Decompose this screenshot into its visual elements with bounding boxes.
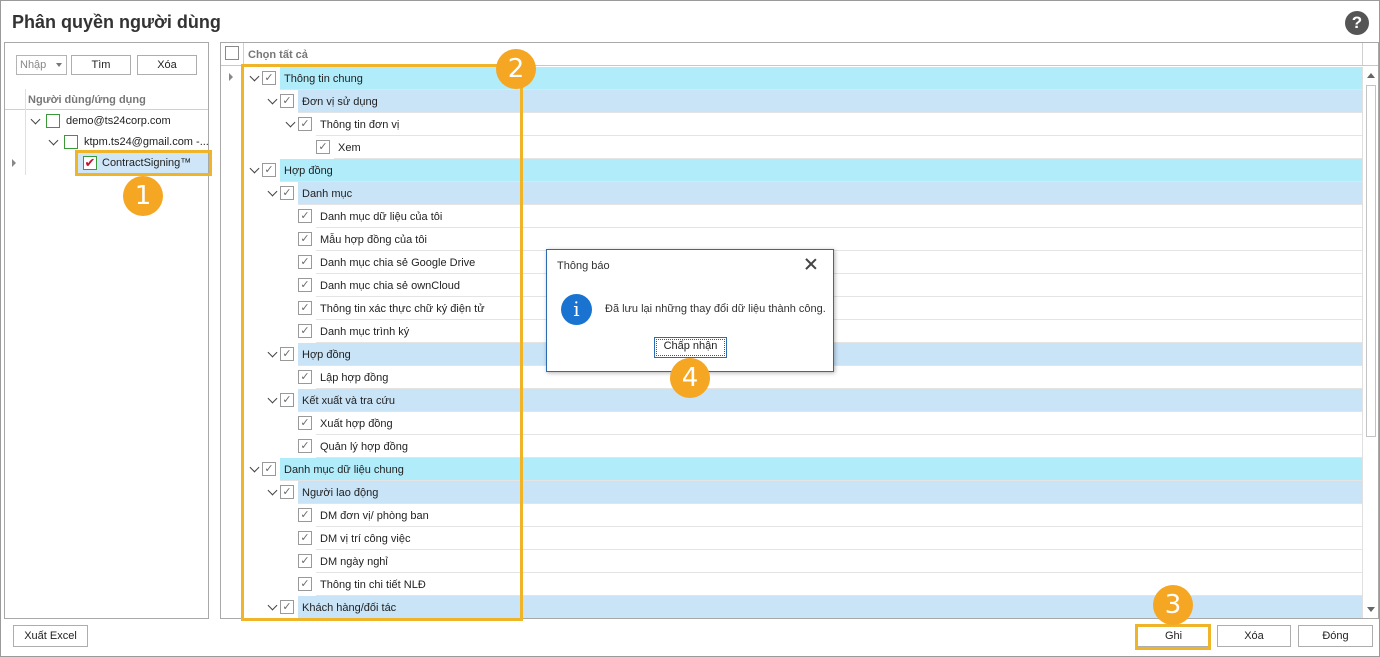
close-icon[interactable]	[803, 256, 819, 272]
input-combo[interactable]: Nhập	[16, 55, 67, 75]
select-all-checkbox[interactable]	[225, 46, 239, 60]
export-excel-button[interactable]: Xuất Excel	[13, 625, 88, 647]
select-all-label[interactable]: Chọn tất cả	[248, 49, 308, 61]
grid-header: Chọn tất cả	[221, 43, 1378, 66]
callout-badge-3: 3	[1153, 585, 1193, 625]
focus-rectangle	[656, 339, 725, 356]
input-combo-value: Nhập	[20, 59, 47, 71]
tree-node-label: demo@ts24corp.com	[66, 115, 171, 127]
scroll-down-icon[interactable]	[1367, 607, 1375, 612]
callout-badge-4: 4	[670, 358, 710, 398]
tree-node-checkbox[interactable]	[64, 135, 78, 149]
callout-frame-2	[241, 64, 523, 621]
left-delete-button[interactable]: Xóa	[137, 55, 197, 75]
tree-node-checkbox[interactable]	[46, 114, 60, 128]
dialog-message: Đã lưu lại những thay đổi dữ liệu thành …	[605, 303, 826, 315]
scroll-up-icon[interactable]	[1367, 73, 1375, 78]
tree-node-label: ktpm.ts24@gmail.com -...	[84, 136, 209, 148]
user-column-header[interactable]: Người dùng/ứng dụng	[5, 89, 208, 110]
header-divider	[1362, 43, 1363, 65]
window-title: Phân quyền người dùng	[12, 12, 221, 32]
chevron-down-icon	[56, 63, 62, 67]
chevron-down-icon[interactable]	[48, 135, 59, 146]
vertical-scrollbar[interactable]	[1362, 67, 1378, 618]
user-app-panel: Nhập Tìm Xóa Người dùng/ứng dụng demo@ts…	[4, 42, 209, 619]
permissions-window: Phân quyền người dùng ? Nhập Tìm Xóa Ngư…	[0, 0, 1380, 657]
delete-button[interactable]: Xóa	[1217, 625, 1291, 647]
callout-badge-2: 2	[496, 49, 536, 89]
callout-frame-1	[75, 150, 212, 176]
tree-node-ktpm[interactable]: ktpm.ts24@gmail.com -...	[5, 132, 209, 152]
close-button[interactable]: Đóng	[1298, 625, 1373, 647]
help-icon[interactable]: ?	[1345, 11, 1369, 35]
find-button[interactable]: Tìm	[71, 55, 131, 75]
focused-row-indicator-icon	[229, 73, 233, 81]
callout-badge-1: 1	[123, 176, 163, 216]
focused-row-indicator-icon	[12, 159, 16, 167]
header-divider	[243, 43, 244, 65]
dialog-ok-button[interactable]: Chấp nhận	[654, 337, 727, 358]
scroll-thumb[interactable]	[1366, 85, 1376, 437]
chevron-down-icon[interactable]	[30, 114, 41, 125]
info-icon: i	[561, 294, 592, 325]
notification-dialog: Thông báo i Đã lưu lại những thay đổi dữ…	[546, 249, 834, 372]
dialog-title: Thông báo	[557, 260, 610, 272]
user-column-header-label: Người dùng/ứng dụng	[28, 94, 146, 106]
callout-frame-3	[1135, 624, 1211, 650]
tree-node-demo[interactable]: demo@ts24corp.com	[5, 111, 208, 131]
